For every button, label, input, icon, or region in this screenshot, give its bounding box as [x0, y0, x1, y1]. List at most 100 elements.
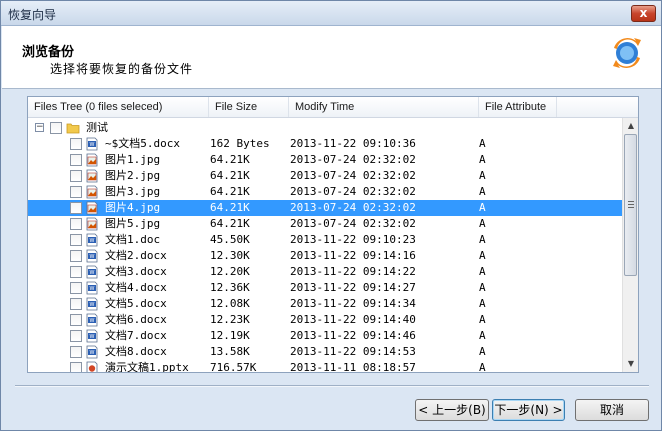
file-modify-time: 2013-11-22 09:14:53 — [290, 345, 416, 358]
file-size: 64.21K — [210, 201, 250, 214]
file-attribute: A — [479, 329, 486, 342]
file-checkbox[interactable] — [70, 266, 82, 278]
svg-text:W: W — [90, 350, 95, 356]
file-checkbox[interactable] — [70, 138, 82, 150]
file-row[interactable]: W ~$文档5.docx 162 Bytes 2013-11-22 09:10:36 A — [28, 136, 622, 152]
file-attribute: A — [479, 233, 486, 246]
svg-text:W: W — [90, 270, 95, 276]
file-checkbox[interactable] — [70, 154, 82, 166]
cancel-button[interactable]: 取消 — [575, 399, 649, 421]
file-size: 64.21K — [210, 185, 250, 198]
file-name: 文档2.docx — [105, 249, 167, 262]
file-row[interactable]: W 文档1.doc 45.50K 2013-11-22 09:10:23 A — [28, 232, 622, 248]
file-modify-time: 2013-07-24 02:32:02 — [290, 169, 416, 182]
file-checkbox[interactable] — [70, 202, 82, 214]
file-row[interactable]: W 文档8.docx 13.58K 2013-11-22 09:14:53 A — [28, 344, 622, 360]
file-size: 12.08K — [210, 297, 250, 310]
file-modify-time: 2013-07-24 02:32:02 — [290, 153, 416, 166]
file-row[interactable]: W 文档6.docx 12.23K 2013-11-22 09:14:40 A — [28, 312, 622, 328]
footer-divider — [15, 385, 649, 387]
file-attribute: A — [479, 249, 486, 262]
file-modify-time: 2013-11-22 09:14:27 — [290, 281, 416, 294]
scroll-down-arrow-icon[interactable]: ▼ — [623, 356, 639, 372]
file-row[interactable]: W 文档5.docx 12.08K 2013-11-22 09:14:34 A — [28, 296, 622, 312]
file-checkbox[interactable] — [70, 362, 82, 372]
image-file-icon — [86, 169, 98, 183]
file-checkbox[interactable] — [70, 314, 82, 326]
file-row[interactable]: 图片2.jpg 64.21K 2013-07-24 02:32:02 A — [28, 168, 622, 184]
file-checkbox[interactable] — [70, 170, 82, 182]
file-checkbox[interactable] — [70, 234, 82, 246]
app-logo-icon — [613, 38, 641, 68]
collapse-expander[interactable]: − — [35, 123, 44, 132]
recovery-wizard-window: 恢复向导 x 浏览备份 选择将要恢复的备份文件 Files Tree (0 fi… — [0, 0, 662, 431]
file-size: 162 Bytes — [210, 137, 270, 150]
file-size: 64.21K — [210, 153, 250, 166]
close-button[interactable]: x — [631, 5, 656, 22]
file-name: 文档4.docx — [105, 281, 167, 294]
file-checkbox[interactable] — [70, 218, 82, 230]
file-row[interactable]: W 文档2.docx 12.30K 2013-11-22 09:14:16 A — [28, 248, 622, 264]
folder-icon — [66, 123, 80, 134]
file-size: 12.23K — [210, 313, 250, 326]
file-size: 12.20K — [210, 265, 250, 278]
scrollbar-thumb[interactable] — [624, 134, 637, 276]
file-checkbox[interactable] — [70, 298, 82, 310]
file-attribute: A — [479, 281, 486, 294]
file-checkbox[interactable] — [70, 330, 82, 342]
file-modify-time: 2013-07-24 02:32:02 — [290, 201, 416, 214]
file-checkbox[interactable] — [70, 346, 82, 358]
file-attribute: A — [479, 201, 486, 214]
column-file-size[interactable]: File Size — [209, 97, 289, 117]
next-button[interactable]: 下一步(N) > — [492, 399, 565, 421]
file-row[interactable]: W 文档7.docx 12.19K 2013-11-22 09:14:46 A — [28, 328, 622, 344]
word-doc-icon: W — [86, 233, 98, 247]
tree-root-row[interactable]: − 测试 — [28, 120, 622, 136]
file-attribute: A — [479, 297, 486, 310]
file-checkbox[interactable] — [70, 250, 82, 262]
file-size: 716.57K — [210, 361, 257, 372]
root-checkbox[interactable] — [50, 122, 62, 134]
file-row[interactable]: 图片3.jpg 64.21K 2013-07-24 02:32:02 A — [28, 184, 622, 200]
column-file-attribute[interactable]: File Attribute — [479, 97, 557, 117]
file-list: − 测试 W ~$文档5.docx 162 Bytes 2013-11-22 09:1… — [28, 118, 622, 372]
file-checkbox[interactable] — [70, 282, 82, 294]
file-tree-panel: Files Tree (0 files seleced) File Size M… — [27, 96, 639, 373]
svg-text:W: W — [90, 286, 95, 292]
file-name: 图片1.jpg — [105, 153, 161, 166]
file-row[interactable]: 图片4.jpg 64.21K 2013-07-24 02:32:02 A — [28, 200, 622, 216]
grip-icon — [628, 201, 634, 208]
svg-text:W: W — [90, 238, 95, 244]
file-modify-time: 2013-11-22 09:14:22 — [290, 265, 416, 278]
word-doc-icon: W — [86, 281, 98, 295]
back-button[interactable]: < 上一步(B) — [415, 399, 489, 421]
powerpoint-file-icon — [86, 361, 98, 372]
file-attribute: A — [479, 137, 486, 150]
file-row[interactable]: 演示文稿1.pptx 716.57K 2013-11-11 08:18:57 A — [28, 360, 622, 372]
file-row[interactable]: 图片5.jpg 64.21K 2013-07-24 02:32:02 A — [28, 216, 622, 232]
file-name: 文档5.docx — [105, 297, 167, 310]
word-doc-icon: W — [86, 313, 98, 327]
title-bar[interactable]: 恢复向导 x — [1, 1, 661, 26]
file-modify-time: 2013-11-22 09:10:23 — [290, 233, 416, 246]
column-modify-time[interactable]: Modify Time — [289, 97, 479, 117]
page-title: 浏览备份 — [22, 45, 75, 60]
file-checkbox[interactable] — [70, 186, 82, 198]
file-name: 文档7.docx — [105, 329, 167, 342]
scroll-up-arrow-icon[interactable]: ▲ — [623, 118, 639, 134]
file-modify-time: 2013-11-11 08:18:57 — [290, 361, 416, 372]
file-size: 12.19K — [210, 329, 250, 342]
file-attribute: A — [479, 265, 486, 278]
file-modify-time: 2013-11-22 09:14:16 — [290, 249, 416, 262]
file-modify-time: 2013-07-24 02:32:02 — [290, 185, 416, 198]
word-doc-icon: W — [86, 137, 98, 151]
file-row[interactable]: W 文档3.docx 12.20K 2013-11-22 09:14:22 A — [28, 264, 622, 280]
file-name: 图片2.jpg — [105, 169, 161, 182]
word-doc-icon: W — [86, 249, 98, 263]
vertical-scrollbar[interactable]: ▲ ▼ — [622, 118, 638, 372]
column-files-tree[interactable]: Files Tree (0 files seleced) — [28, 97, 209, 117]
svg-text:W: W — [90, 318, 95, 324]
file-row[interactable]: 图片1.jpg 64.21K 2013-07-24 02:32:02 A — [28, 152, 622, 168]
column-header: Files Tree (0 files seleced) File Size M… — [28, 97, 638, 118]
file-row[interactable]: W 文档4.docx 12.36K 2013-11-22 09:14:27 A — [28, 280, 622, 296]
